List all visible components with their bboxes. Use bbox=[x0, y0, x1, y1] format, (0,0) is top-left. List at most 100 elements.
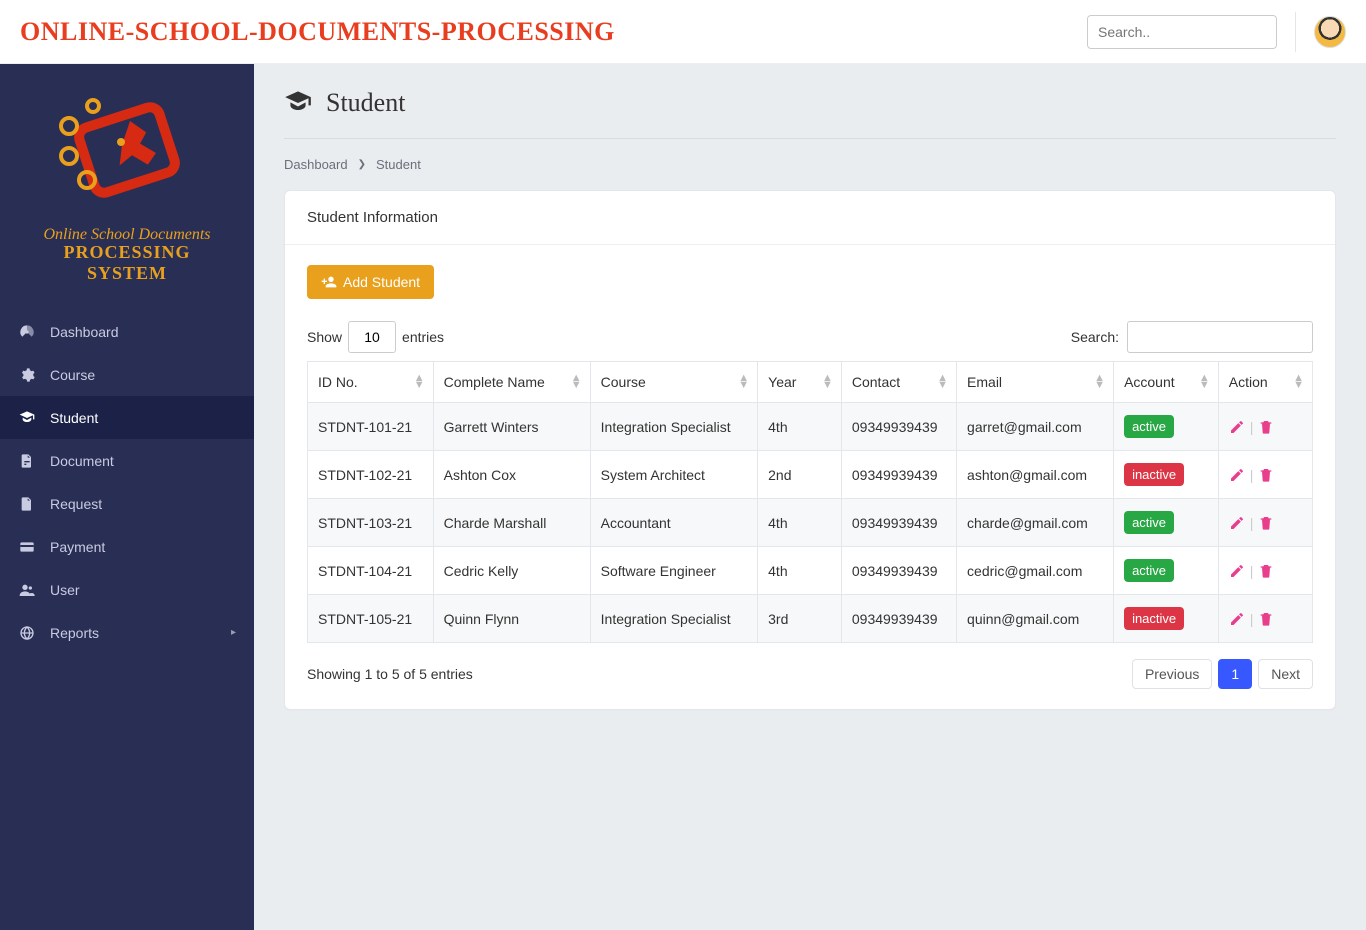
add-student-button[interactable]: Add Student bbox=[307, 265, 434, 299]
cell-id: STDNT-103-21 bbox=[308, 499, 434, 547]
main-content: Student Dashboard ❯ Student Student Info… bbox=[254, 64, 1366, 930]
table-row: STDNT-104-21Cedric KellySoftware Enginee… bbox=[308, 547, 1313, 595]
column-label: Contact bbox=[852, 374, 900, 390]
pager-page-1[interactable]: 1 bbox=[1218, 659, 1252, 689]
edit-icon[interactable] bbox=[1229, 611, 1245, 627]
sidebar-nav: DashboardCourse Student Document Request Pay… bbox=[0, 310, 254, 654]
breadcrumb-current: Student bbox=[376, 157, 421, 172]
cell-contact: 09349939439 bbox=[841, 451, 956, 499]
cell-name: Cedric Kelly bbox=[433, 547, 590, 595]
sidebar-item-reports[interactable]: Reports▸ bbox=[0, 611, 254, 654]
edit-icon[interactable] bbox=[1229, 419, 1245, 435]
pagination: Previous 1 Next bbox=[1132, 659, 1313, 689]
entries-selector: Show entries bbox=[307, 321, 444, 353]
cell-course: Software Engineer bbox=[590, 547, 758, 595]
column-label: ID No. bbox=[318, 374, 358, 390]
column-header[interactable]: Email▲▼ bbox=[957, 362, 1114, 403]
page-header: Student bbox=[284, 88, 1336, 139]
status-badge: active bbox=[1124, 559, 1174, 582]
cell-contact: 09349939439 bbox=[841, 499, 956, 547]
sidebar-item-label: Student bbox=[50, 410, 98, 426]
table-info: Showing 1 to 5 of 5 entries bbox=[307, 666, 473, 682]
sidebar-item-dashboard[interactable]: Dashboard bbox=[0, 310, 254, 353]
cell-email: ashton@gmail.com bbox=[957, 451, 1114, 499]
edit-icon[interactable] bbox=[1229, 563, 1245, 579]
trash-icon[interactable] bbox=[1258, 611, 1274, 627]
cell-email: garret@gmail.com bbox=[957, 403, 1114, 451]
cell-course: Accountant bbox=[590, 499, 758, 547]
cell-course: System Architect bbox=[590, 451, 758, 499]
sidebar-item-label: User bbox=[50, 582, 80, 598]
column-header[interactable]: Account▲▼ bbox=[1114, 362, 1219, 403]
cell-course: Integration Specialist bbox=[590, 403, 758, 451]
breadcrumb: Dashboard ❯ Student bbox=[284, 139, 1336, 190]
add-student-label: Add Student bbox=[343, 274, 420, 290]
cell-account: active bbox=[1114, 547, 1219, 595]
table-search-input[interactable] bbox=[1127, 321, 1313, 353]
table-row: STDNT-102-21Ashton CoxSystem Architect2n… bbox=[308, 451, 1313, 499]
cell-contact: 09349939439 bbox=[841, 403, 956, 451]
sidebar-item-label: Request bbox=[50, 496, 102, 512]
cell-year: 3rd bbox=[758, 595, 842, 643]
column-header[interactable]: ID No. ▲▼ bbox=[308, 362, 434, 403]
gear-icon bbox=[18, 366, 36, 384]
sort-icon: ▲▼ bbox=[414, 375, 425, 389]
brand-title: ONLINE-SCHOOL-DOCUMENTS-PROCESSING bbox=[20, 17, 615, 47]
entries-input[interactable] bbox=[348, 321, 396, 353]
sort-icon: ▲▼ bbox=[822, 375, 833, 389]
students-table: ID No.▲▼Complete Name▲▼Course▲▼Year▲▼Con… bbox=[307, 361, 1313, 643]
cell-action: | bbox=[1218, 547, 1312, 595]
action-divider: | bbox=[1250, 515, 1254, 531]
edit-icon[interactable] bbox=[1229, 467, 1245, 483]
column-header[interactable]: Action▲▼ bbox=[1218, 362, 1312, 403]
trash-icon[interactable] bbox=[1258, 467, 1274, 483]
column-header[interactable]: Complete Name▲▼ bbox=[433, 362, 590, 403]
column-header[interactable]: Contact▲▼ bbox=[841, 362, 956, 403]
user-icon bbox=[18, 581, 36, 599]
globe-icon bbox=[18, 624, 36, 642]
edit-icon[interactable] bbox=[1229, 515, 1245, 531]
trash-icon[interactable] bbox=[1258, 419, 1274, 435]
user-plus-icon bbox=[321, 274, 337, 290]
trash-icon[interactable] bbox=[1258, 563, 1274, 579]
cell-account: active bbox=[1114, 499, 1219, 547]
sidebar-item-request[interactable]: Request bbox=[0, 482, 254, 525]
table-row: STDNT-103-21Charde MarshallAccountant4th… bbox=[308, 499, 1313, 547]
table-footer: Showing 1 to 5 of 5 entries Previous 1 N… bbox=[307, 659, 1313, 689]
sort-icon: ▲▼ bbox=[738, 375, 749, 389]
column-header[interactable]: Course▲▼ bbox=[590, 362, 758, 403]
table-row: STDNT-101-21Garrett WintersIntegration S… bbox=[308, 403, 1313, 451]
table-toolbar: Show entries Search: bbox=[307, 321, 1313, 353]
sidebar-item-course[interactable]: Course bbox=[0, 353, 254, 396]
trash-icon[interactable] bbox=[1258, 515, 1274, 531]
status-badge: active bbox=[1124, 415, 1174, 438]
sort-icon: ▲▼ bbox=[1199, 375, 1210, 389]
pager-next[interactable]: Next bbox=[1258, 659, 1313, 689]
cell-contact: 09349939439 bbox=[841, 595, 956, 643]
pager-previous[interactable]: Previous bbox=[1132, 659, 1212, 689]
file-icon bbox=[18, 495, 36, 513]
sidebar-item-student[interactable]: Student bbox=[0, 396, 254, 439]
sidebar-item-payment[interactable]: Payment bbox=[0, 525, 254, 568]
table-search: Search: bbox=[1071, 321, 1313, 353]
card-title: Student Information bbox=[285, 191, 1335, 245]
cell-email: charde@gmail.com bbox=[957, 499, 1114, 547]
sidebar-item-user[interactable]: User bbox=[0, 568, 254, 611]
status-badge: active bbox=[1124, 511, 1174, 534]
column-header[interactable]: Year▲▼ bbox=[758, 362, 842, 403]
cell-email: quinn@gmail.com bbox=[957, 595, 1114, 643]
status-badge: inactive bbox=[1124, 463, 1184, 486]
chevron-right-icon: ▸ bbox=[231, 627, 236, 638]
cell-email: cedric@gmail.com bbox=[957, 547, 1114, 595]
breadcrumb-dashboard[interactable]: Dashboard bbox=[284, 157, 348, 172]
action-divider: | bbox=[1250, 419, 1254, 435]
sidebar-item-document[interactable]: Document bbox=[0, 439, 254, 482]
action-divider: | bbox=[1250, 563, 1254, 579]
cell-contact: 09349939439 bbox=[841, 547, 956, 595]
cell-name: Ashton Cox bbox=[433, 451, 590, 499]
cell-action: | bbox=[1218, 403, 1312, 451]
global-search-input[interactable] bbox=[1087, 15, 1277, 49]
table-row: STDNT-105-21Quinn FlynnIntegration Speci… bbox=[308, 595, 1313, 643]
status-badge: inactive bbox=[1124, 607, 1184, 630]
user-avatar[interactable] bbox=[1314, 16, 1346, 48]
